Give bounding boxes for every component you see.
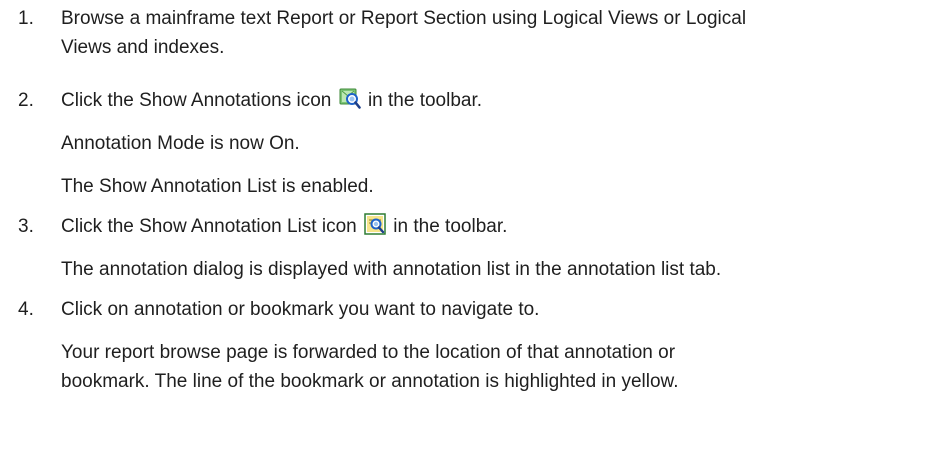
step-4-instruction: Click on annotation or bookmark you want… [61,299,540,320]
step-2-note-2: The Show Annotation List is enabled. [61,176,374,197]
step-1-text-line-2: Views and indexes. [61,37,225,58]
step-3-text-before-icon: Click the Show Annotation List icon [61,216,357,237]
step-1-body: Browse a mainframe text Report or Report… [61,4,937,62]
step-2-body: Click the Show Annotations icon in the t… [61,86,937,201]
procedure-document: 1. Browse a mainframe text Report or Rep… [0,0,939,459]
step-3-note-1: The annotation dialog is displayed with … [61,259,722,280]
step-1-text-line-1: Browse a mainframe text Report or Report… [61,8,747,29]
show-annotation-list-icon [364,213,386,235]
step-4-note-line-1: Your report browse page is forwarded to … [61,342,676,363]
step-1-number: 1. [18,8,34,29]
step-2-number: 2. [18,90,34,111]
step-2-text-after-icon: in the toolbar. [367,90,483,111]
step-2-text-before-icon: Click the Show Annotations icon [61,90,332,111]
step-2-instruction: Click the Show Annotations icon in the t… [61,86,937,115]
step-3-body: Click the Show Annotation List icon in t… [61,212,937,284]
step-4-number: 4. [18,299,34,320]
show-annotations-icon [339,87,361,109]
step-2-note-1: Annotation Mode is now On. [61,133,300,154]
step-4-body: Click on annotation or bookmark you want… [61,295,937,396]
step-3-number: 3. [18,216,34,237]
step-3-instruction: Click the Show Annotation List icon in t… [61,212,937,241]
step-3-text-after-icon: in the toolbar. [393,216,508,237]
step-4-note-line-2: bookmark. The line of the bookmark or an… [61,371,679,392]
